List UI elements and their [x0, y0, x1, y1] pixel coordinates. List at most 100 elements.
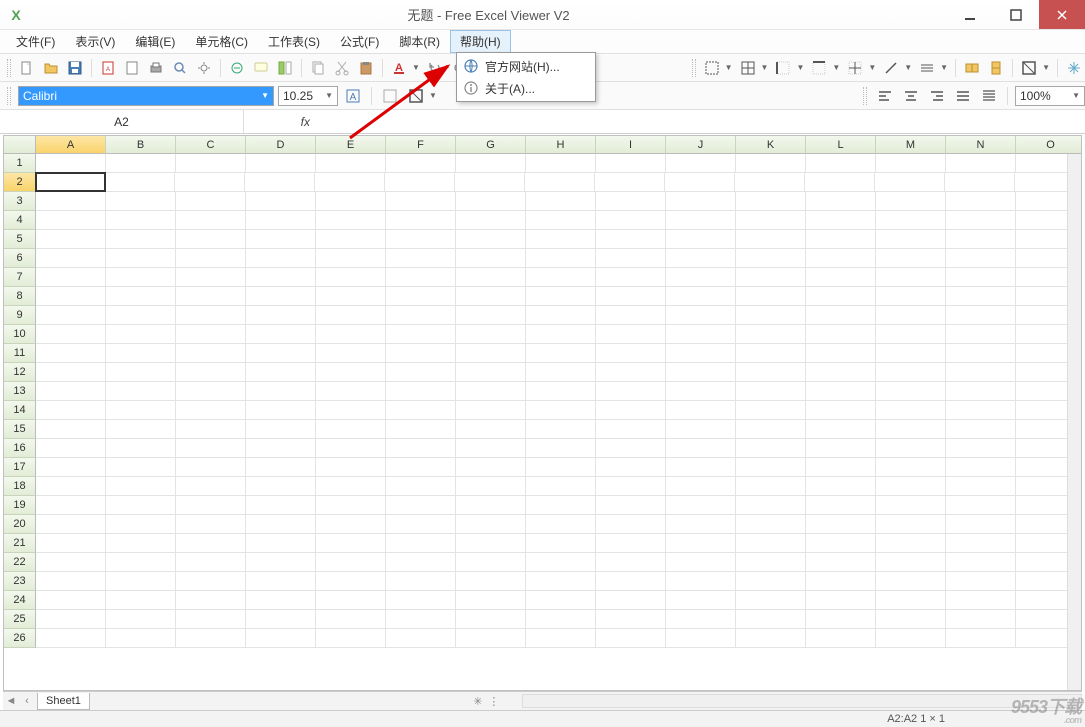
row-header[interactable]: 9 — [4, 306, 36, 325]
cell[interactable] — [666, 439, 736, 458]
cell[interactable] — [456, 306, 526, 325]
cell[interactable] — [596, 629, 666, 648]
row-header[interactable]: 2 — [4, 173, 36, 192]
column-header[interactable]: I — [596, 136, 666, 154]
cell[interactable] — [596, 553, 666, 572]
menu-view[interactable]: 表示(V) — [65, 30, 125, 53]
cell[interactable] — [176, 306, 246, 325]
cell[interactable] — [525, 173, 595, 192]
cell[interactable] — [806, 496, 876, 515]
cell[interactable] — [246, 496, 316, 515]
cell[interactable] — [666, 420, 736, 439]
cell[interactable] — [386, 458, 456, 477]
cell[interactable] — [666, 268, 736, 287]
cell[interactable] — [666, 553, 736, 572]
cell[interactable] — [316, 629, 386, 648]
cell[interactable] — [456, 401, 526, 420]
cell[interactable] — [456, 572, 526, 591]
cell[interactable] — [456, 515, 526, 534]
cell[interactable] — [386, 553, 456, 572]
cell[interactable] — [666, 496, 736, 515]
cell[interactable] — [246, 306, 316, 325]
cell[interactable] — [876, 629, 946, 648]
cell[interactable] — [36, 192, 106, 211]
cell[interactable] — [876, 325, 946, 344]
cell[interactable] — [946, 572, 1016, 591]
cell[interactable] — [806, 268, 876, 287]
border-left-dropdown[interactable]: ▼ — [772, 57, 806, 79]
cell[interactable] — [806, 154, 876, 173]
cell[interactable] — [806, 515, 876, 534]
cell[interactable] — [246, 458, 316, 477]
cell[interactable] — [666, 610, 736, 629]
cell[interactable] — [666, 401, 736, 420]
cell[interactable] — [106, 382, 176, 401]
cell[interactable] — [595, 173, 665, 192]
new-file-icon[interactable] — [16, 57, 38, 79]
cell[interactable] — [666, 192, 736, 211]
tab-nav-prev-icon[interactable]: ‹ — [19, 693, 35, 709]
row-header[interactable]: 13 — [4, 382, 36, 401]
cell[interactable] — [526, 382, 596, 401]
cell[interactable] — [176, 515, 246, 534]
cell[interactable] — [176, 458, 246, 477]
cell[interactable] — [106, 344, 176, 363]
cell[interactable] — [386, 439, 456, 458]
font-size-combo[interactable]: 10.25▼ — [278, 86, 338, 106]
cell[interactable] — [666, 382, 736, 401]
export-pdf-icon[interactable]: A — [97, 57, 119, 79]
cell[interactable] — [176, 534, 246, 553]
cell[interactable] — [316, 192, 386, 211]
cell[interactable] — [386, 496, 456, 515]
cell[interactable] — [736, 458, 806, 477]
cell[interactable] — [666, 154, 736, 173]
border-diag-dropdown[interactable]: ▼ — [880, 57, 914, 79]
cell[interactable] — [596, 154, 666, 173]
cell[interactable] — [666, 363, 736, 382]
cell[interactable] — [526, 344, 596, 363]
cell[interactable] — [736, 515, 806, 534]
cell[interactable] — [106, 230, 176, 249]
cell[interactable] — [36, 458, 106, 477]
cell[interactable] — [456, 496, 526, 515]
cell[interactable] — [106, 458, 176, 477]
cell[interactable] — [666, 325, 736, 344]
cell[interactable] — [176, 344, 246, 363]
cell[interactable] — [666, 287, 736, 306]
cell[interactable] — [36, 610, 106, 629]
cell[interactable] — [736, 477, 806, 496]
cell[interactable] — [106, 496, 176, 515]
row-header[interactable]: 22 — [4, 553, 36, 572]
cell[interactable] — [456, 230, 526, 249]
cell[interactable] — [806, 306, 876, 325]
cell[interactable] — [175, 173, 245, 192]
cell[interactable] — [946, 287, 1016, 306]
menu-script[interactable]: 脚本(R) — [389, 30, 450, 53]
cell[interactable] — [245, 173, 315, 192]
cell[interactable] — [666, 249, 736, 268]
cell[interactable] — [36, 572, 106, 591]
cell[interactable] — [736, 230, 806, 249]
cell[interactable] — [806, 572, 876, 591]
name-box[interactable]: A2 — [0, 110, 244, 133]
cell[interactable] — [666, 591, 736, 610]
zoom-combo[interactable]: 100%▼ — [1015, 86, 1085, 106]
cell[interactable] — [596, 401, 666, 420]
cell[interactable] — [736, 439, 806, 458]
cell[interactable] — [946, 401, 1016, 420]
cell[interactable] — [666, 629, 736, 648]
cell[interactable] — [596, 610, 666, 629]
menu-cell[interactable]: 单元格(C) — [185, 30, 258, 53]
cell[interactable] — [876, 268, 946, 287]
cell[interactable] — [526, 211, 596, 230]
fill-color-dropdown[interactable]: ▼ — [405, 85, 439, 107]
row-header[interactable]: 10 — [4, 325, 36, 344]
cell[interactable] — [526, 287, 596, 306]
row-header[interactable]: 24 — [4, 591, 36, 610]
align-distribute-icon[interactable] — [978, 85, 1000, 107]
cell[interactable] — [316, 306, 386, 325]
cell[interactable] — [106, 249, 176, 268]
cell[interactable] — [946, 420, 1016, 439]
cell[interactable] — [316, 591, 386, 610]
cell[interactable] — [36, 154, 106, 173]
